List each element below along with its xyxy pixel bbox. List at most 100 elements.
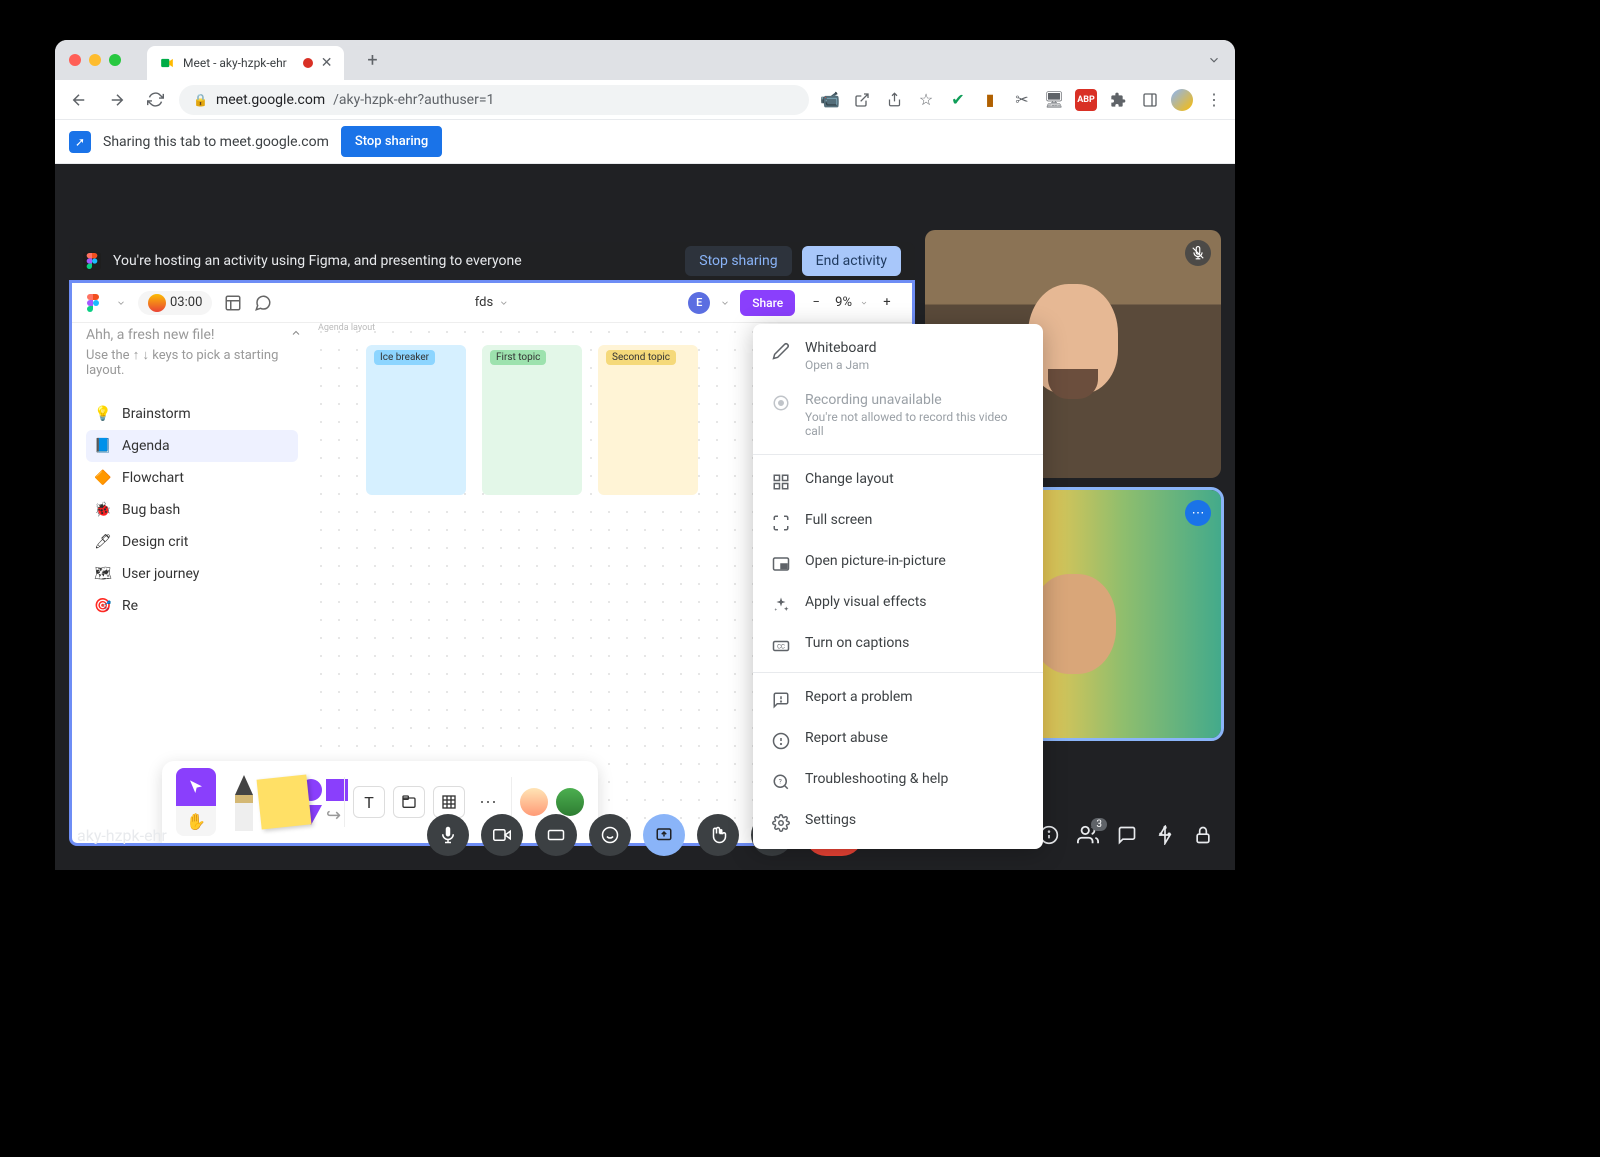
extension-1-icon[interactable]: ✔ — [947, 89, 969, 111]
comment-icon[interactable] — [254, 294, 272, 312]
bug-icon: 🐞 — [94, 501, 112, 519]
tab-title: Meet - aky-hzpk-ehr — [183, 56, 287, 70]
camera-toggle[interactable] — [481, 814, 523, 856]
participants-count: 3 — [1091, 818, 1107, 831]
menu-item-pip[interactable]: Open picture-in-picture — [753, 543, 1043, 584]
user-avatar[interactable]: E — [688, 292, 710, 314]
banner-text: You're hosting an activity using Figma, … — [113, 253, 522, 269]
chevron-down-icon[interactable] — [860, 299, 868, 307]
captions-toggle[interactable] — [535, 814, 577, 856]
open-external-icon[interactable] — [851, 89, 873, 111]
map-icon: 🗺 — [94, 565, 112, 583]
template-item-bugbash[interactable]: 🐞Bug bash — [86, 494, 298, 526]
picker-close-icon[interactable] — [290, 327, 302, 339]
extensions-puzzle-icon[interactable] — [1107, 89, 1129, 111]
tab-sharing-bar: ➚ Sharing this tab to meet.google.com St… — [55, 120, 1235, 164]
figjam-toolbar: 03:00 fds E Share − 9% — [72, 283, 912, 323]
raise-hand-button[interactable] — [697, 814, 739, 856]
camera-indicator-icon[interactable]: 📹 — [819, 89, 841, 111]
file-name[interactable]: fds — [475, 295, 493, 310]
menu-item-captions[interactable]: CC Turn on captions — [753, 625, 1043, 666]
template-item-designcrit[interactable]: 🖊Design crit — [86, 526, 298, 558]
reload-button[interactable] — [141, 86, 169, 114]
forward-button[interactable] — [103, 86, 131, 114]
template-item-userjourney[interactable]: 🗺User journey — [86, 558, 298, 590]
extension-4-icon[interactable]: 🖥 — [1043, 89, 1065, 111]
timer-value: 03:00 — [170, 295, 202, 310]
target-icon: 🎯 — [94, 597, 112, 615]
mic-toggle[interactable] — [427, 814, 469, 856]
tabs-dropdown-icon[interactable] — [1207, 53, 1221, 67]
present-button[interactable] — [643, 814, 685, 856]
url-field[interactable]: 🔒 meet.google.com/aky-hzpk-ehr?authuser=… — [179, 85, 809, 115]
recording-indicator-icon — [303, 58, 313, 68]
figjam-share-button[interactable]: Share — [740, 290, 795, 316]
gear-icon — [771, 813, 791, 833]
menu-item-report-abuse[interactable]: Report abuse — [753, 720, 1043, 761]
new-tab-button[interactable]: + — [358, 46, 386, 74]
host-controls-button[interactable] — [1193, 825, 1213, 845]
extension-3-icon[interactable]: ✂ — [1011, 89, 1033, 111]
feedback-icon — [771, 690, 791, 710]
help-search-icon: ? — [771, 772, 791, 792]
back-button[interactable] — [65, 86, 93, 114]
stop-sharing-button[interactable]: Stop sharing — [341, 126, 442, 157]
meet-area: You're hosting an activity using Figma, … — [55, 164, 1235, 870]
picker-title: Ahh, a fresh new file! — [86, 327, 298, 343]
menu-item-fullscreen[interactable]: Full screen — [753, 502, 1043, 543]
maximize-window[interactable] — [109, 54, 121, 66]
menu-item-effects[interactable]: Apply visual effects — [753, 584, 1043, 625]
sparkle-icon — [771, 595, 791, 615]
figjam-logo-icon[interactable] — [86, 294, 104, 312]
close-window[interactable] — [69, 54, 81, 66]
extension-2-icon[interactable]: ▮ — [979, 89, 1001, 111]
layout-icon — [771, 472, 791, 492]
template-item-brainstorm[interactable]: 💡Brainstorm — [86, 398, 298, 430]
pen-icon: 🖊 — [94, 533, 112, 551]
sidepanel-icon[interactable] — [1139, 89, 1161, 111]
zoom-out-button[interactable]: − — [805, 292, 827, 314]
zoom-in-button[interactable]: + — [876, 292, 898, 314]
meet-bottom-bar: aky-hzpk-ehr ⋮ 3 — [55, 800, 1235, 870]
minimize-window[interactable] — [89, 54, 101, 66]
bookmark-star-icon[interactable]: ☆ — [915, 89, 937, 111]
activities-button[interactable] — [1155, 825, 1175, 845]
browser-tab[interactable]: Meet - aky-hzpk-ehr ✕ — [147, 46, 344, 80]
banner-stop-sharing-button[interactable]: Stop sharing — [685, 246, 791, 276]
template-item-agenda[interactable]: 📘Agenda — [86, 430, 298, 462]
menu-item-settings[interactable]: Settings — [753, 802, 1043, 843]
topic-card-2[interactable]: First topic — [482, 345, 582, 495]
record-icon — [771, 393, 791, 413]
share-icon[interactable] — [883, 89, 905, 111]
profile-avatar[interactable] — [1171, 89, 1193, 111]
flowchart-icon: 🔶 — [94, 469, 112, 487]
menu-item-whiteboard[interactable]: WhiteboardOpen a Jam — [753, 330, 1043, 382]
chevron-down-icon[interactable] — [720, 298, 730, 308]
meet-favicon-icon — [159, 55, 175, 71]
tab-close-icon[interactable]: ✕ — [321, 55, 333, 71]
reactions-button[interactable] — [589, 814, 631, 856]
adblock-icon[interactable]: ABP — [1075, 89, 1097, 111]
svg-text:CC: CC — [777, 643, 785, 650]
template-item-retro[interactable]: 🎯Re — [86, 590, 298, 622]
window-controls — [69, 54, 121, 66]
layout-icon[interactable] — [224, 294, 242, 312]
banner-end-activity-button[interactable]: End activity — [802, 246, 901, 276]
tile-more-icon[interactable]: ⋯ — [1185, 500, 1211, 526]
menu-item-report-problem[interactable]: Report a problem — [753, 679, 1043, 720]
menu-item-troubleshoot[interactable]: ? Troubleshooting & help — [753, 761, 1043, 802]
browser-menu-icon[interactable]: ⋮ — [1203, 89, 1225, 111]
template-item-flowchart[interactable]: 🔶Flowchart — [86, 462, 298, 494]
share-screen-icon: ➚ — [69, 131, 91, 153]
chevron-down-icon[interactable] — [116, 298, 126, 308]
timer-pill[interactable]: 03:00 — [138, 291, 212, 315]
menu-item-change-layout[interactable]: Change layout — [753, 461, 1043, 502]
chevron-down-icon[interactable] — [499, 298, 509, 308]
chat-button[interactable] — [1117, 825, 1137, 845]
zoom-level[interactable]: 9% — [835, 295, 852, 310]
topic-card-3[interactable]: Second topic — [598, 345, 698, 495]
topic-card-1[interactable]: Ice breaker — [366, 345, 466, 495]
agenda-icon: 📘 — [94, 437, 112, 455]
pip-icon — [771, 554, 791, 574]
participants-button[interactable]: 3 — [1077, 824, 1099, 846]
